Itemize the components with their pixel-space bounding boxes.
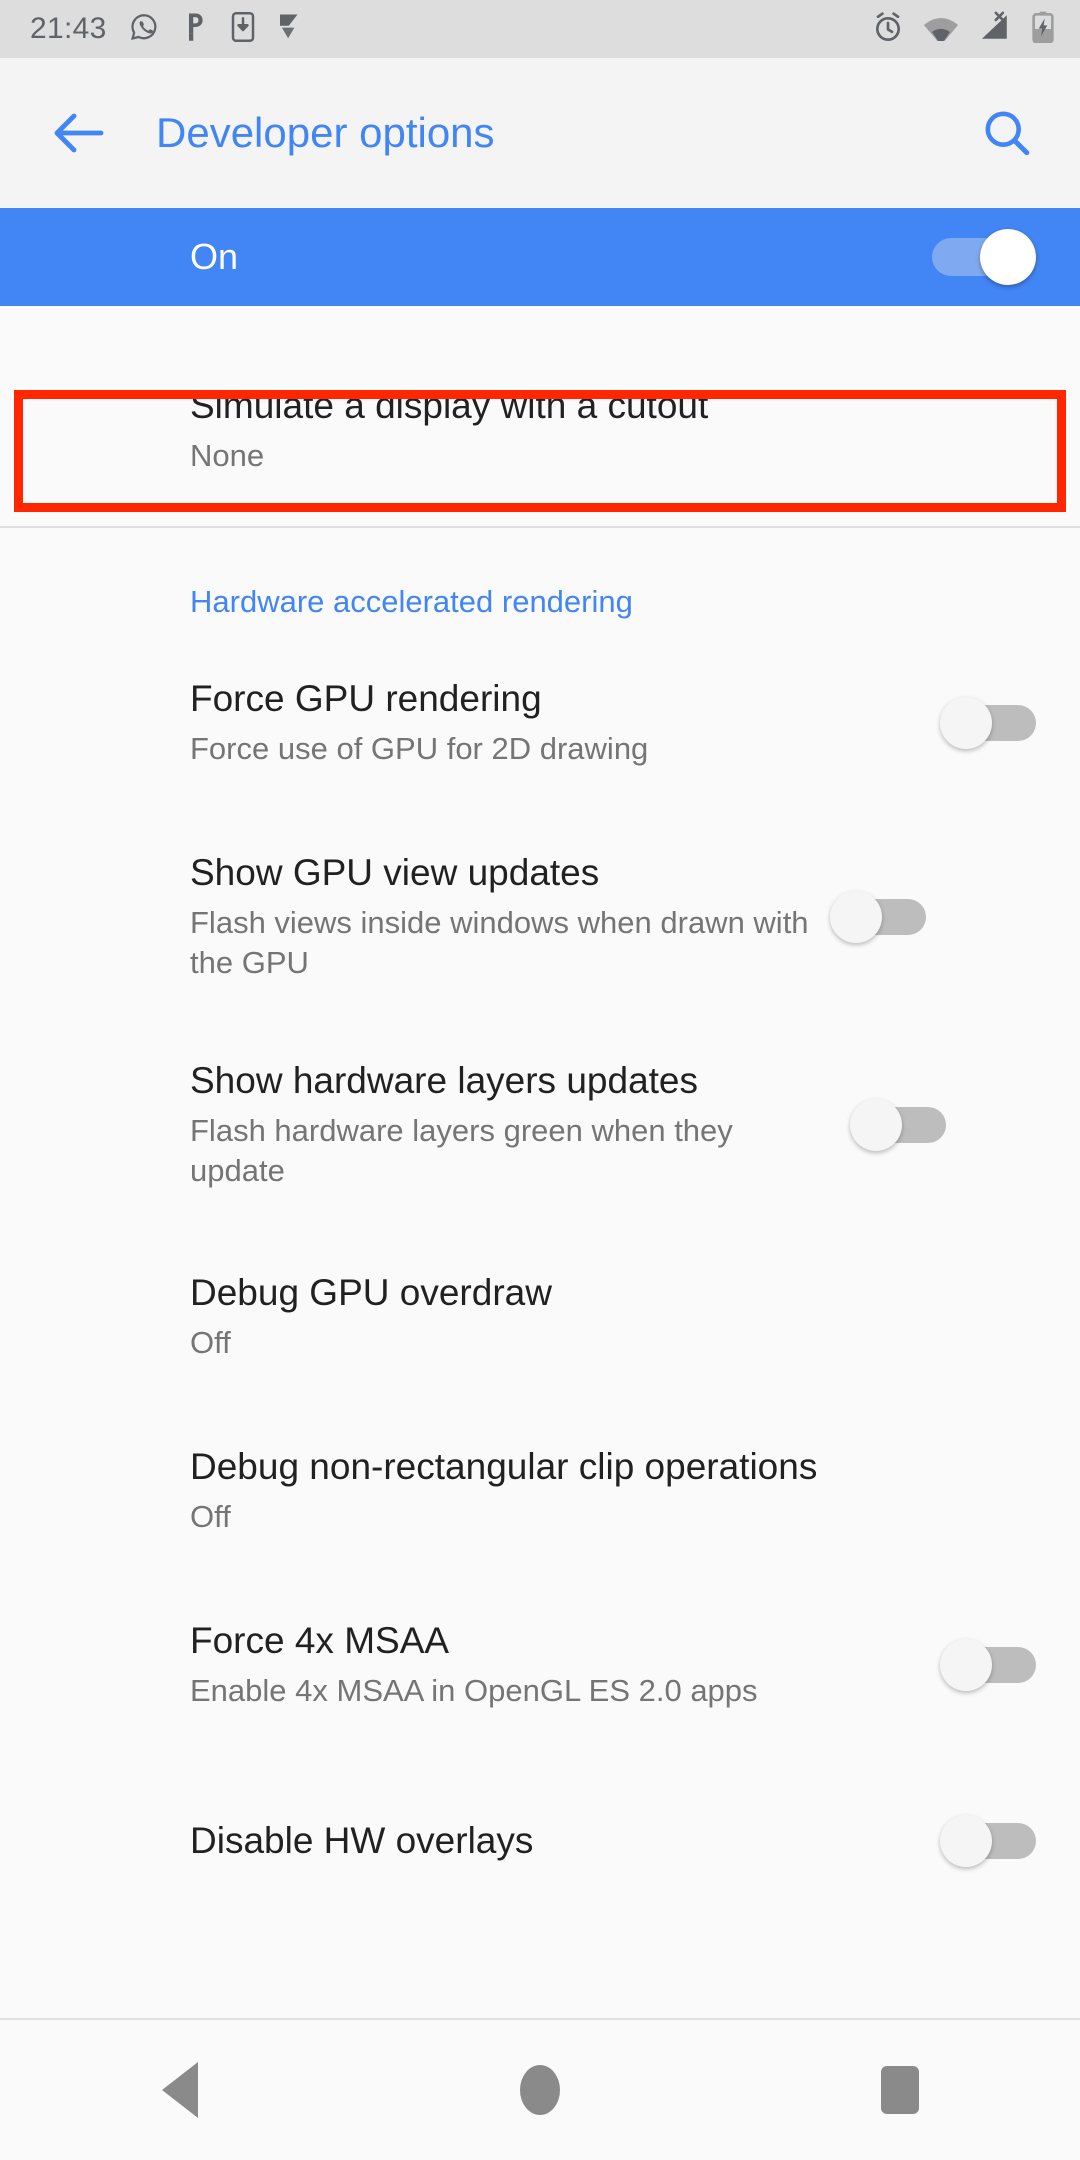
row-title: Debug GPU overdraw	[190, 1272, 552, 1314]
developer-options-master-switch-row[interactable]: On	[0, 208, 1080, 306]
setting-row-simulate-display-cutout[interactable]: Simulate a display with a cutout None	[0, 306, 1080, 512]
row-text: Force 4x MSAA Enable 4x MSAA in OpenGL E…	[190, 1619, 940, 1711]
back-triangle-icon	[162, 2062, 198, 2118]
row-title: Force 4x MSAA	[190, 1620, 450, 1662]
setting-row-force-4x-msaa[interactable]: Force 4x MSAA Enable 4x MSAA in OpenGL E…	[0, 1592, 1080, 1738]
nav-recents-button[interactable]	[820, 2019, 980, 2160]
row-subtitle: Force use of GPU for 2D drawing	[190, 730, 649, 766]
download-icon	[231, 11, 255, 47]
highlighted-setting-wrapper: Simulate a display with a cutout None	[0, 306, 1080, 512]
list-divider	[0, 526, 1080, 528]
row-subtitle: Enable 4x MSAA in OpenGL ES 2.0 apps	[190, 1672, 758, 1708]
row-subtitle: Off	[190, 1498, 231, 1534]
switch-knob	[980, 229, 1036, 285]
master-switch-toggle[interactable]	[932, 229, 1036, 285]
setting-row-debug-non-rectangular-clip[interactable]: Debug non-rectangular clip operations Of…	[0, 1418, 1080, 1564]
status-bar: 21:43	[0, 0, 1080, 58]
row-title: Disable HW overlays	[190, 1820, 534, 1862]
navigation-bar	[0, 2018, 1080, 2160]
row-subtitle: Off	[190, 1324, 231, 1360]
row-title: Simulate a display with a cutout	[190, 385, 709, 427]
setting-row-show-gpu-view-updates[interactable]: Show GPU view updates Flash views inside…	[0, 824, 1080, 1010]
recents-square-icon	[881, 2066, 919, 2114]
setting-row-show-hardware-layers-updates[interactable]: Show hardware layers updates Flash hardw…	[0, 1032, 1080, 1218]
app-bar: Developer options	[0, 58, 1080, 208]
search-button[interactable]	[968, 94, 1046, 172]
whatsapp-icon	[129, 12, 159, 47]
toggle-force-4x-msaa[interactable]	[940, 1639, 1036, 1691]
status-notification-icons	[129, 11, 303, 47]
android-screen: 21:43 Developer options On Simulate a di…	[0, 0, 1080, 2160]
row-text: Debug non-rectangular clip operations Of…	[190, 1445, 1036, 1537]
section-header-hardware-accelerated-rendering: Hardware accelerated rendering	[190, 584, 633, 619]
home-circle-icon	[520, 2065, 560, 2115]
setting-row-debug-gpu-overdraw[interactable]: Debug GPU overdraw Off	[0, 1244, 1080, 1390]
status-clock: 21:43	[30, 12, 107, 45]
toggle-show-hardware-layers-updates[interactable]	[850, 1099, 946, 1151]
battery-charging-icon	[1032, 11, 1054, 48]
nav-home-button[interactable]	[460, 2019, 620, 2160]
row-title: Debug non-rectangular clip operations	[190, 1446, 818, 1488]
back-button[interactable]	[40, 94, 118, 172]
status-system-icons	[872, 11, 1054, 48]
alarm-icon	[872, 11, 904, 48]
toggle-show-gpu-view-updates[interactable]	[830, 891, 926, 943]
pinterest-icon	[181, 12, 209, 47]
wifi-icon	[924, 13, 958, 46]
row-text: Show hardware layers updates Flash hardw…	[190, 1059, 850, 1191]
setting-row-disable-hw-overlays[interactable]: Disable HW overlays	[0, 1768, 1080, 1914]
flipboard-icon	[277, 12, 303, 47]
row-text: Force GPU rendering Force use of GPU for…	[190, 677, 940, 769]
row-text: Show GPU view updates Flash views inside…	[190, 851, 830, 983]
master-switch-label: On	[190, 236, 239, 277]
nav-back-button[interactable]	[100, 2019, 260, 2160]
row-subtitle: None	[190, 437, 265, 473]
row-title: Force GPU rendering	[190, 678, 542, 720]
back-arrow-icon	[54, 113, 104, 153]
search-icon	[985, 111, 1030, 156]
toggle-force-gpu-rendering[interactable]	[940, 697, 1036, 749]
switch-knob	[850, 1099, 902, 1151]
page-title: Developer options	[156, 109, 495, 156]
row-subtitle: Flash hardware layers green when they up…	[190, 1112, 733, 1188]
switch-knob	[940, 1639, 992, 1691]
setting-row-force-gpu-rendering[interactable]: Force GPU rendering Force use of GPU for…	[0, 650, 1080, 796]
settings-list[interactable]: Simulate a display with a cutout None Ha…	[0, 306, 1080, 2018]
row-text: Disable HW overlays	[190, 1819, 940, 1863]
row-text: Simulate a display with a cutout None	[190, 384, 1036, 476]
toggle-disable-hw-overlays[interactable]	[940, 1815, 1036, 1867]
switch-knob	[830, 891, 882, 943]
row-title: Show hardware layers updates	[190, 1059, 699, 1101]
switch-knob	[940, 697, 992, 749]
row-subtitle: Flash views inside windows when drawn wi…	[190, 904, 809, 980]
cellular-no-sim-icon	[978, 11, 1012, 48]
row-title: Show GPU view updates	[190, 851, 600, 893]
switch-knob	[940, 1815, 992, 1867]
row-text: Debug GPU overdraw Off	[190, 1271, 1036, 1363]
